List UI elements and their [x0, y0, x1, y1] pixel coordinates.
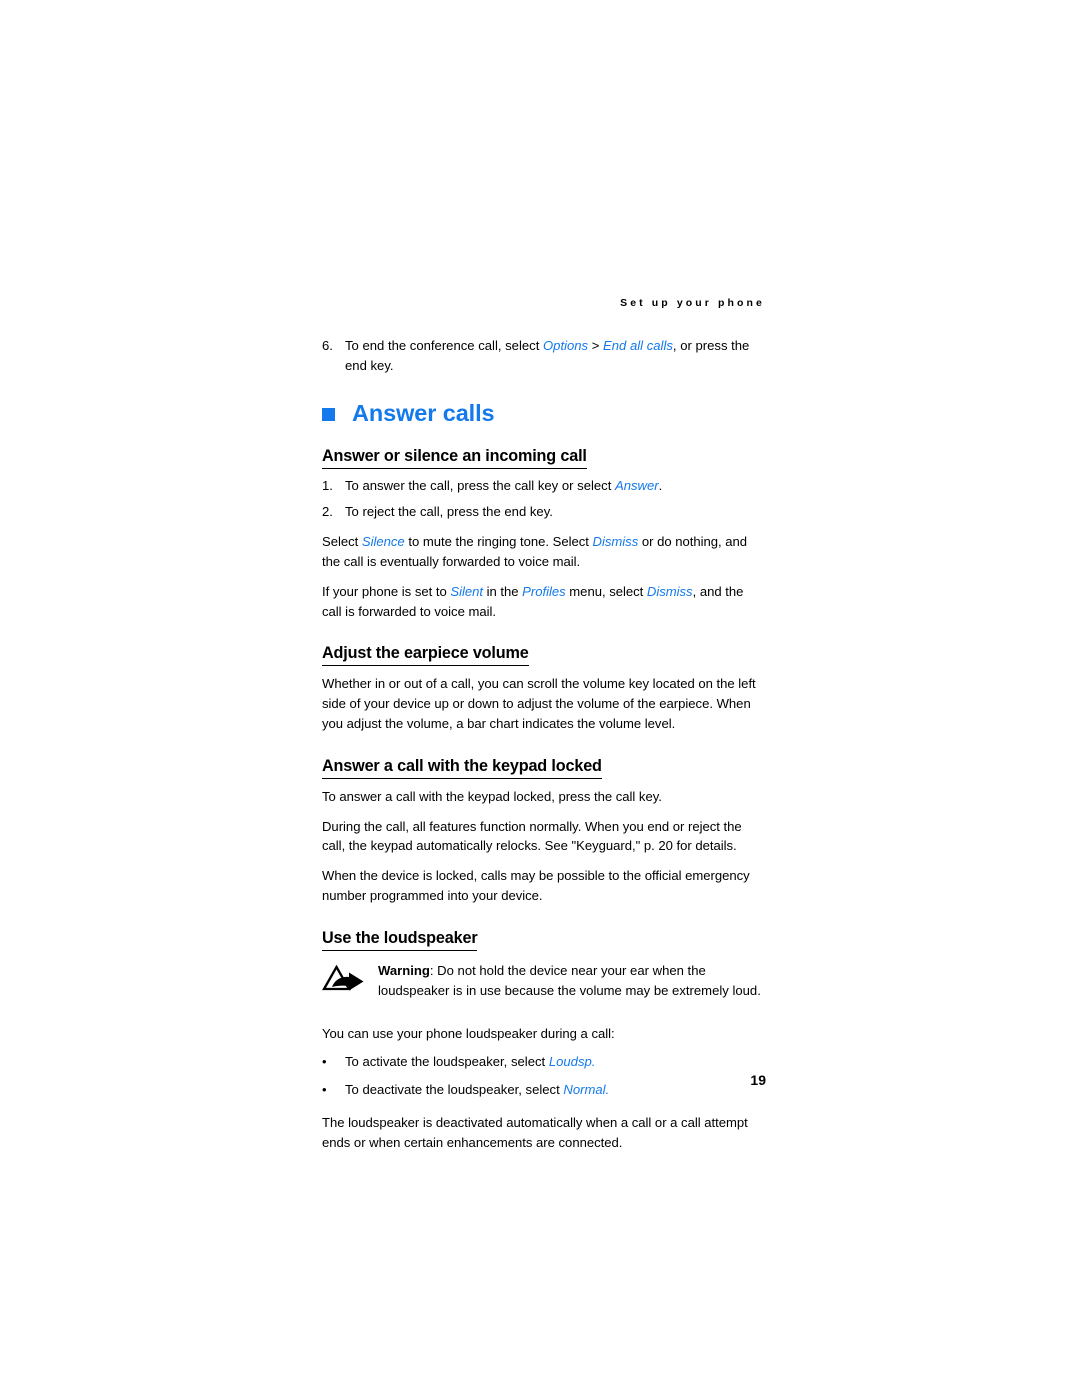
paragraph-keypad-locked-1: To answer a call with the keypad locked,… [322, 789, 662, 805]
step6-link-options[interactable]: Options [543, 338, 588, 353]
paragraph-silence-dismiss: Select Silence to mute the ringing tone.… [322, 532, 766, 571]
link-profiles[interactable]: Profiles [522, 584, 566, 599]
running-head: Set up your phone [620, 297, 765, 309]
section-answer-or-silence: Answer or silence an incoming call [322, 446, 766, 469]
para2-text-1: If your phone is set to [322, 584, 451, 600]
warning-label: Warning [378, 963, 430, 979]
section-keypad-locked: Answer a call with the keypad locked [322, 756, 766, 780]
warning-body: : Do not hold the device near your ear w… [378, 963, 761, 998]
step6-text-1: To end the conference call, select [345, 338, 543, 353]
square-bullet-icon [322, 407, 335, 421]
link-dismiss[interactable]: Dismiss [593, 534, 639, 549]
step6-separator: > [588, 338, 604, 353]
paragraph-keypad-locked-2: During the call, all features function n… [322, 818, 742, 854]
chapter-title: Answer calls [352, 400, 495, 426]
step1-text-1: To answer the call, press the call key o… [345, 478, 615, 493]
step1-text-2: . [658, 478, 663, 493]
step-number: 2. [322, 503, 333, 519]
document-page: Set up your phone 6. To end the conferen… [0, 0, 1080, 1397]
paragraph-silent-profiles: If your phone is set to Silent in the Pr… [322, 582, 766, 621]
link-dismiss-2[interactable]: Dismiss [647, 584, 693, 599]
page-number: 19 [750, 1072, 766, 1088]
list-item-step-1: 1. To answer the call, press the call ke… [322, 476, 766, 496]
para-text-1: Select [322, 534, 362, 549]
link-silent[interactable]: Silent [450, 584, 483, 599]
section-adjust-volume: Adjust the earpiece volume [322, 643, 766, 667]
warning-text: Warning: Do not hold the device near you… [378, 961, 766, 1000]
step1-link-answer[interactable]: Answer [615, 478, 659, 493]
list-item-step-2: 2. To reject the call, press the end key… [322, 502, 766, 522]
paragraph-adjust-volume: Whether in or out of a call, you can scr… [322, 676, 756, 731]
section-loudspeaker: Use the loudspeaker [322, 928, 766, 952]
link-silence[interactable]: Silence [362, 534, 405, 549]
para-text-2: to mute the ringing tone. Select [404, 534, 593, 549]
bullet-marker-icon: • [322, 1053, 327, 1069]
section-heading-loudspeaker: Use the loudspeaker [322, 928, 478, 952]
para2-text-3: menu, select [565, 584, 647, 600]
link-loudsp[interactable]: Loudsp. [549, 1054, 596, 1069]
list-item-loudspeaker-activate: • To activate the loudspeaker, select Lo… [322, 1052, 766, 1072]
step-text: To end the conference call, select Optio… [345, 336, 766, 375]
step-text: To answer the call, press the call key o… [345, 476, 766, 496]
paragraph-keypad-locked-3: When the device is locked, calls may be … [322, 867, 750, 903]
paragraph-loudspeaker-intro: You can use your phone loudspeaker durin… [322, 1026, 615, 1042]
section-heading-keypad-locked: Answer a call with the keypad locked [322, 756, 602, 780]
step-text: To reject the call, press the end key. [345, 503, 553, 519]
para2-text-2: in the [483, 584, 523, 600]
section-heading-answer-or-silence: Answer or silence an incoming call [322, 446, 587, 469]
page-content: Set up your phone 6. To end the conferen… [322, 296, 766, 1152]
section-heading-adjust-volume: Adjust the earpiece volume [322, 643, 529, 667]
step-number: 1. [322, 478, 333, 493]
bullet-text: To activate the loudspeaker, select Loud… [345, 1052, 766, 1072]
list-item-step-6: 6. To end the conference call, select Op… [322, 336, 766, 375]
paragraph-loudspeaker-closing: The loudspeaker is deactivated automatic… [322, 1115, 748, 1150]
bullet1-text: To activate the loudspeaker, select [345, 1053, 549, 1069]
chapter-heading: Answer calls [322, 400, 766, 426]
warning-triangle-arrow-icon [322, 961, 378, 1000]
step-number: 6. [322, 338, 333, 353]
step6-link-end-all-calls[interactable]: End all calls [603, 338, 673, 353]
warning-block: Warning: Do not hold the device near you… [322, 961, 766, 1000]
